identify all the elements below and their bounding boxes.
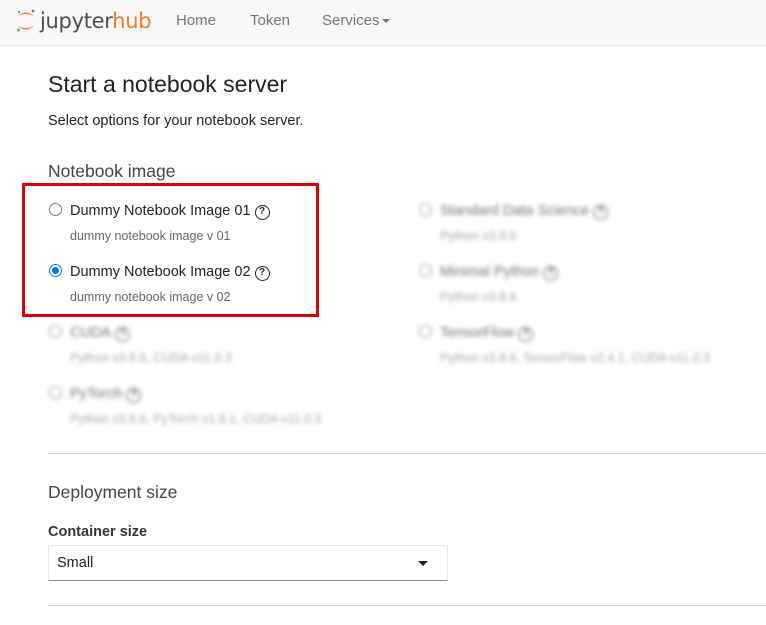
jupyter-logo-icon (15, 8, 37, 34)
option-description: Python v3.8.6, PyTorch v1.8.1, CUDA v11.… (70, 412, 322, 426)
option-description: Python v3.8.6 (440, 229, 517, 243)
help-icon[interactable]: ? (543, 266, 559, 281)
option-title: CUDA (70, 325, 112, 341)
option-title: Standard Data Science (440, 203, 590, 219)
help-icon[interactable]: ? (593, 205, 609, 220)
radio-standard-data-science[interactable] (419, 203, 432, 216)
nav-link-home[interactable]: Home (176, 12, 216, 30)
radio-cuda[interactable] (49, 325, 62, 338)
option-title-wrap: TensorFlow? (440, 324, 534, 342)
option-description: Python v3.8.6, CUDA v11.0.3 (70, 351, 232, 365)
help-icon[interactable]: ? (518, 327, 534, 342)
radio-minimal-python[interactable] (419, 264, 432, 277)
radio-pytorch[interactable] (49, 386, 62, 399)
notebook-image-heading: Notebook image (48, 161, 176, 181)
brand-name-jupyter: jupyter (40, 9, 113, 33)
option-title: Minimal Python (440, 264, 540, 280)
container-size-value: Small (57, 555, 94, 571)
highlight-box (22, 183, 319, 317)
option-title-wrap: Minimal Python? (440, 263, 559, 281)
option-title-wrap: PyTorch? (70, 385, 142, 403)
deployment-size-heading: Deployment size (48, 482, 178, 502)
help-icon[interactable]: ? (126, 388, 142, 403)
container-size-select[interactable]: Small (48, 545, 448, 581)
option-title: TensorFlow (440, 325, 515, 341)
option-title: PyTorch (70, 386, 123, 402)
nav-services-label: Services (322, 12, 380, 29)
section-divider (48, 453, 766, 454)
nav-dropdown-services[interactable]: Services (322, 12, 390, 30)
page-subtitle: Select options for your notebook server. (48, 113, 304, 129)
option-title-wrap: CUDA? (70, 324, 131, 342)
option-description: Python v3.8.6, TensorFlow v2.4.1, CUDA v… (440, 351, 710, 365)
radio-tensorflow[interactable] (419, 325, 432, 338)
help-icon[interactable]: ? (115, 327, 131, 342)
container-size-label: Container size (48, 524, 148, 540)
jupyterhub-logo[interactable]: jupyterhub (15, 8, 152, 34)
page-title: Start a notebook server (48, 71, 288, 97)
caret-down-icon (381, 19, 390, 24)
option-description: Python v3.8.6 (440, 290, 517, 304)
top-navbar: jupyterhub Home Token Services (0, 0, 766, 46)
nav-link-token[interactable]: Token (250, 12, 290, 30)
brand-name-hub: hub (112, 9, 152, 33)
section-divider (48, 605, 766, 606)
brand-name: jupyterhub (40, 8, 152, 34)
option-title-wrap: Standard Data Science? (440, 202, 609, 220)
caret-down-icon (418, 561, 428, 566)
